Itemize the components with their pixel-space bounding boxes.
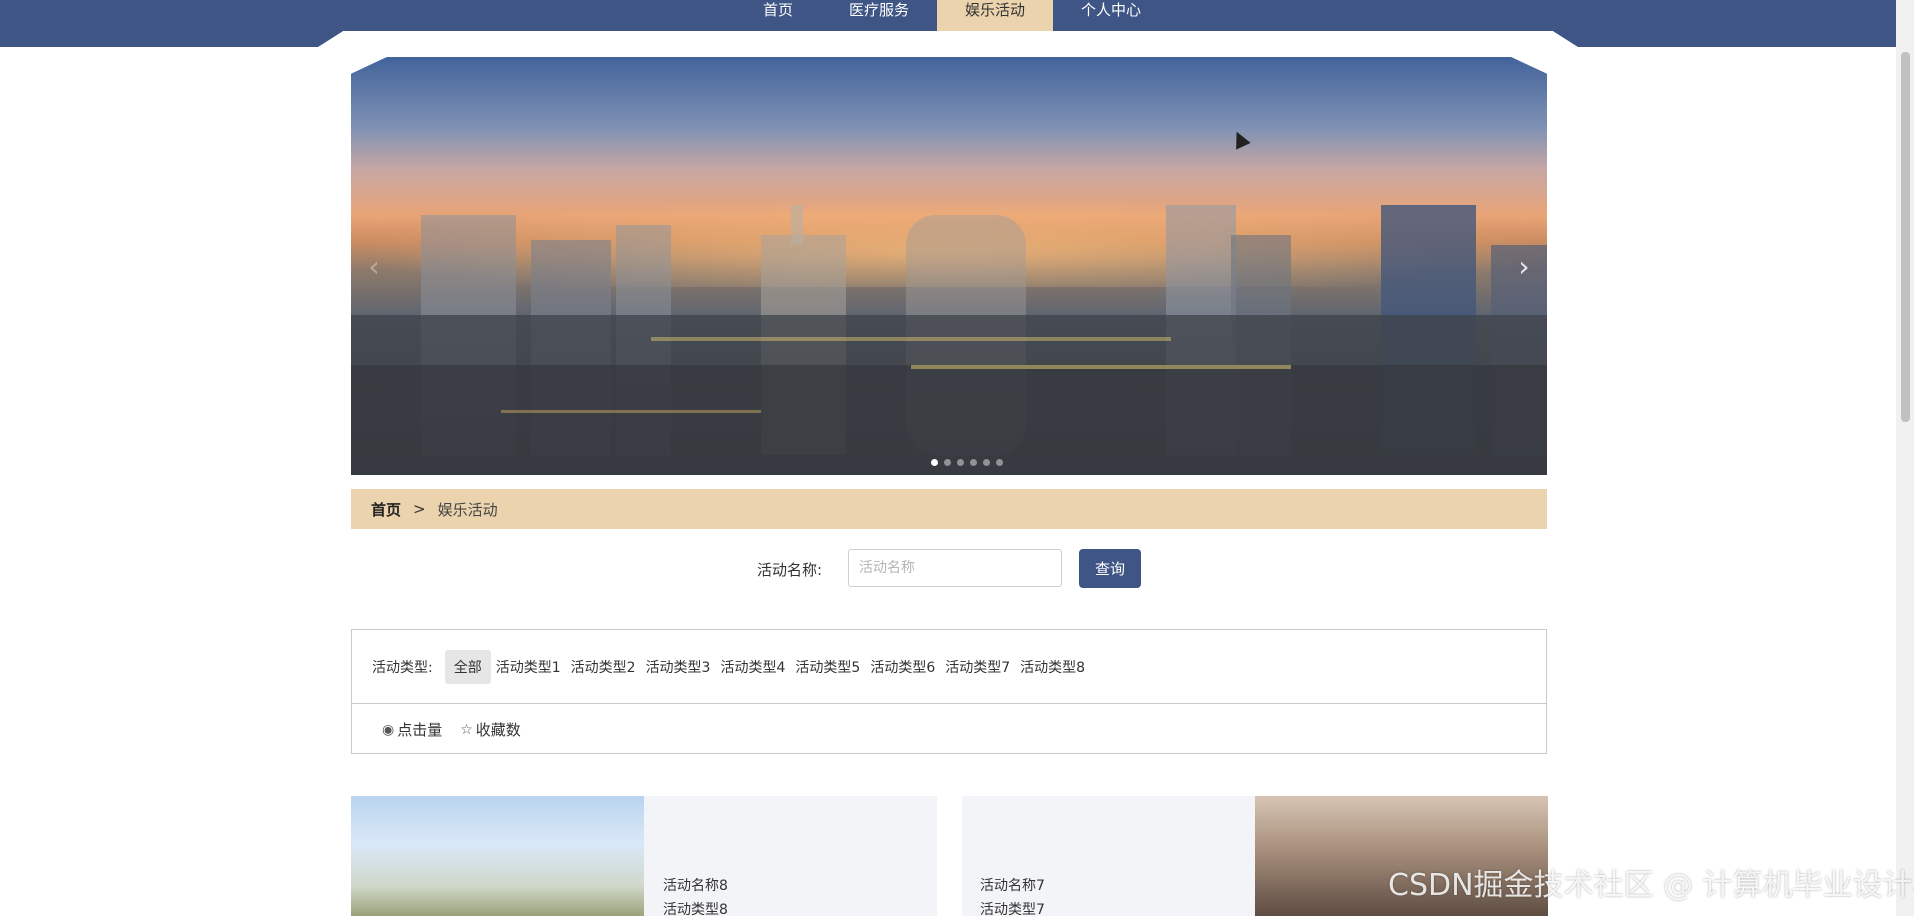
type-filter-5[interactable]: 活动类型5 [790,650,865,684]
main-nav: 首页 医疗服务 娱乐活动 个人中心 [735,0,1169,31]
activity-card-info: 活动名称8 活动类型8 [663,874,728,916]
search-label: 活动名称: [757,561,823,579]
activity-image[interactable] [351,796,644,916]
activity-type-label: 活动类型: [372,659,433,676]
breadcrumb-home[interactable]: 首页 [371,499,401,520]
breadcrumb-current: 娱乐活动 [437,500,498,519]
activity-name: 活动名称7 [980,878,1045,894]
page-scrollbar[interactable] [1896,0,1914,916]
nav-notch [318,31,1578,47]
nav-item-home[interactable]: 首页 [735,0,821,31]
activity-type: 活动类型7 [980,902,1045,916]
activity-card-info: 活动名称7 活动类型7 [980,874,1045,916]
nav-item-medical[interactable]: 医疗服务 [821,0,937,31]
breadcrumb: 首页 > 娱乐活动 [351,489,1547,529]
sort-row: ◉ 点击量 ☆ 收藏数 [352,704,521,755]
sort-by-clicks[interactable]: ◉ 点击量 [382,719,442,740]
activity-type-filter-row: 活动类型: 全部 活动类型1 活动类型2 活动类型3 活动类型4 活动类型5 活… [352,630,1546,704]
sort-favorites-label: 收藏数 [475,721,521,739]
sort-by-favorites[interactable]: ☆ 收藏数 [460,719,521,740]
banner-carousel: ‹ › [351,57,1547,475]
breadcrumb-separator: > [413,500,426,518]
type-filter-4[interactable]: 活动类型4 [715,650,790,684]
carousel-dots [931,459,1003,466]
nav-item-activities[interactable]: 娱乐活动 [937,0,1054,31]
carousel-dot[interactable] [970,459,977,466]
watermark: CSDN掘金技术社区 @ 计算机毕业设计小明哥 [1388,868,1914,903]
star-icon: ☆ [460,721,473,738]
carousel-prev-arrow-icon[interactable]: ‹ [359,247,389,287]
nav-item-profile[interactable]: 个人中心 [1053,0,1169,31]
carousel-dot[interactable] [957,459,964,466]
type-filter-8[interactable]: 活动类型8 [1015,650,1090,684]
activity-name: 活动名称8 [663,878,728,894]
type-filter-6[interactable]: 活动类型6 [865,650,940,684]
filter-panel: 活动类型: 全部 活动类型1 活动类型2 活动类型3 活动类型4 活动类型5 活… [351,629,1547,754]
activity-name-search-input[interactable] [848,549,1062,587]
eye-icon: ◉ [382,721,395,738]
sort-clicks-label: 点击量 [397,721,443,739]
type-filter-7[interactable]: 活动类型7 [940,650,1015,684]
type-filter-all[interactable]: 全部 [444,649,491,684]
type-filter-2[interactable]: 活动类型2 [566,650,641,684]
carousel-dot[interactable] [944,459,951,466]
type-filter-1[interactable]: 活动类型1 [491,650,566,684]
banner-city-image [351,205,1547,475]
carousel-next-arrow-icon[interactable]: › [1509,247,1539,287]
carousel-dot[interactable] [983,459,990,466]
scrollbar-thumb[interactable] [1901,52,1910,422]
activity-card[interactable]: 活动名称8 活动类型8 [351,796,937,916]
search-button[interactable]: 查询 [1079,549,1141,588]
type-filter-3[interactable]: 活动类型3 [641,650,716,684]
carousel-dot[interactable] [996,459,1003,466]
activity-type: 活动类型8 [663,902,728,916]
carousel-dot[interactable] [931,459,938,466]
